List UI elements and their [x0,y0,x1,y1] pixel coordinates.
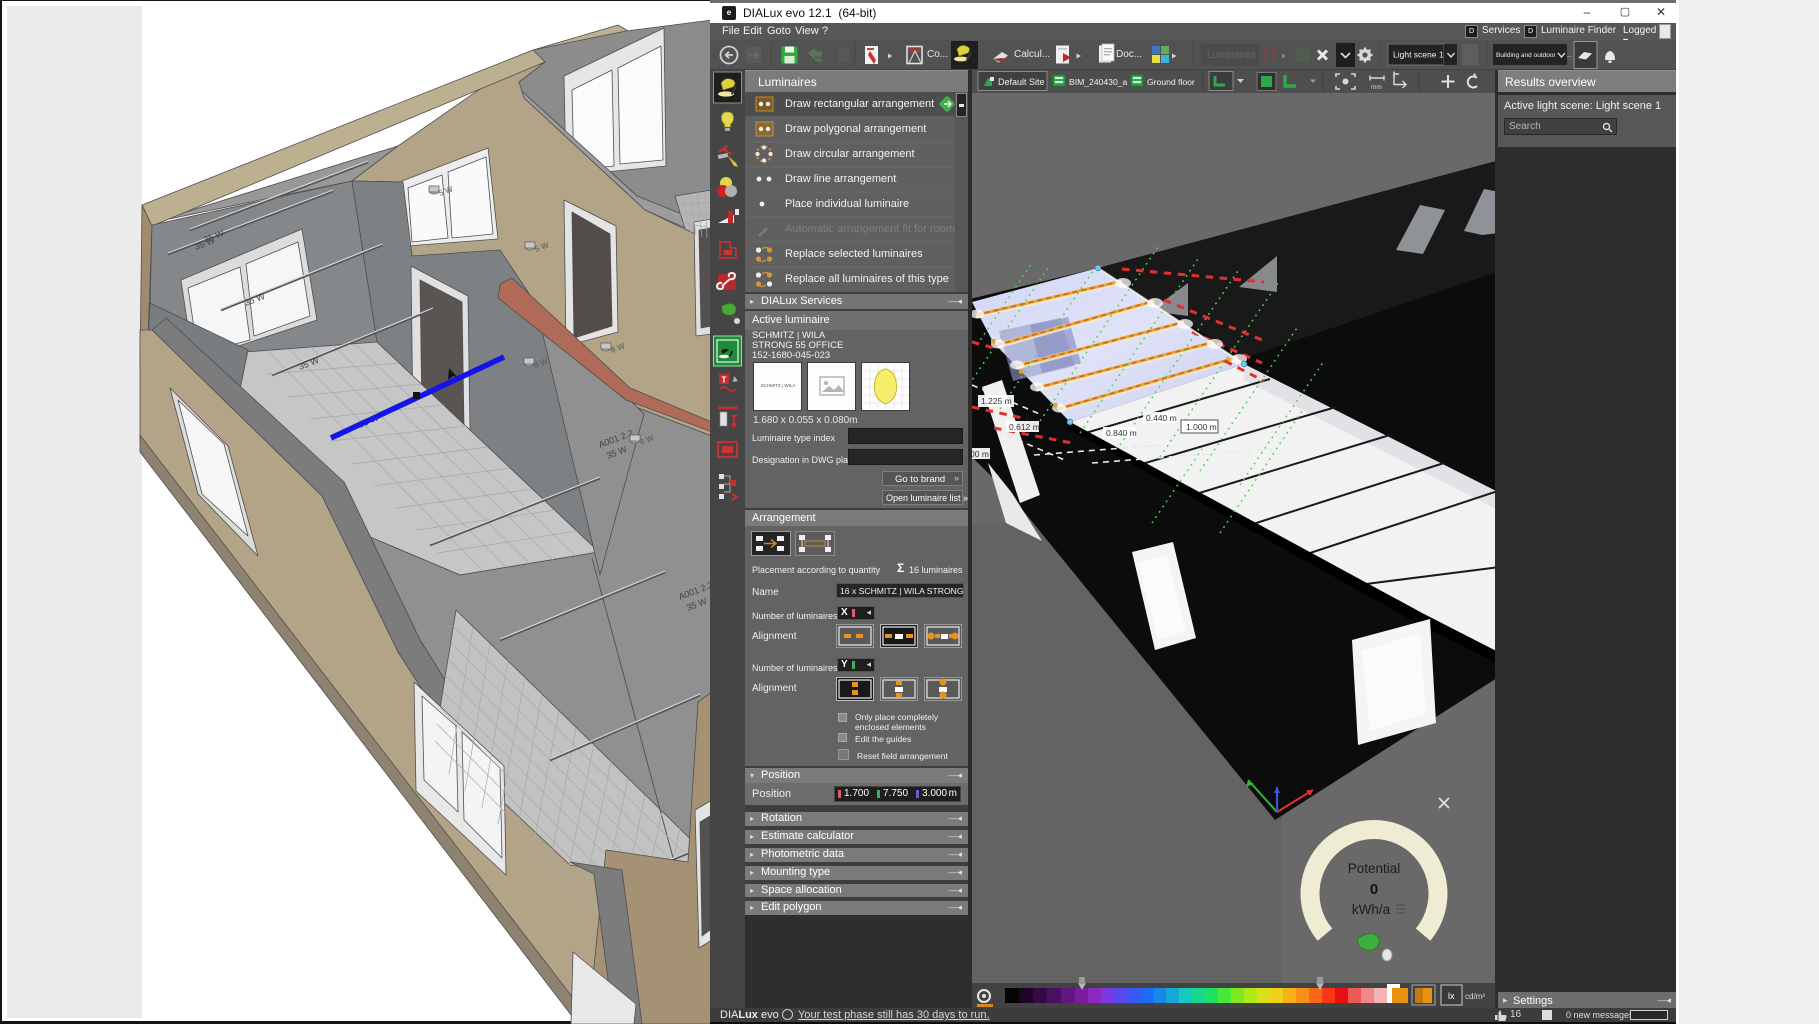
svg-text:0.440 m: 0.440 m [1146,413,1177,423]
svg-text:BIM_240430_a: BIM_240430_a [1069,77,1128,87]
svg-text:1.225 m: 1.225 m [981,396,1012,406]
svg-text:0.840 m: 0.840 m [1106,428,1137,438]
svg-text:T: T [722,376,727,385]
svg-text:lx: lx [1448,991,1455,1001]
svg-text:Ground floor: Ground floor [1147,77,1195,87]
svg-text:0.612 m: 0.612 m [1009,422,1040,432]
svg-text:Default Site: Default Site [998,77,1045,87]
svg-text:00 m: 00 m [972,449,989,459]
svg-text:cd/m²: cd/m² [1465,992,1485,1001]
svg-text:0: 0 [1370,881,1378,898]
svg-text:kWh/a: kWh/a [1352,902,1391,917]
svg-text:Luminaires: Luminaires [1207,50,1256,61]
svg-text:mm: mm [1371,84,1382,91]
svg-text:Light scene 1: Light scene 1 [1393,50,1444,60]
svg-text:Potential: Potential [1348,861,1401,876]
svg-text:1.000 m: 1.000 m [1186,422,1217,432]
